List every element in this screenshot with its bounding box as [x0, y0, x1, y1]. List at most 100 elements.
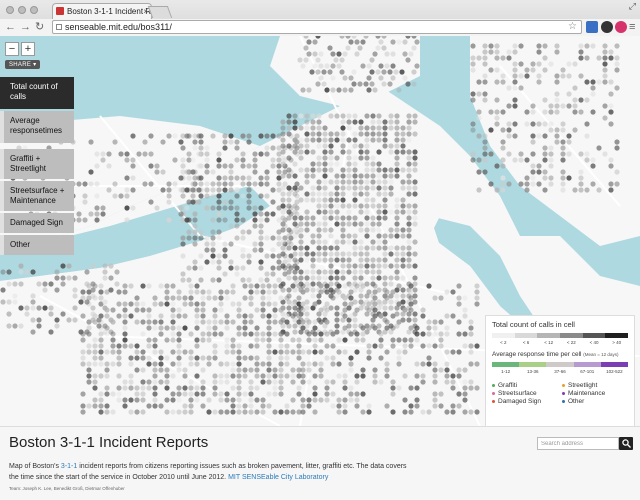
- hex-cell[interactable]: [84, 329, 90, 335]
- hex-cell[interactable]: [102, 269, 108, 275]
- hex-cell[interactable]: [358, 257, 364, 263]
- hex-cell[interactable]: [102, 323, 108, 329]
- hex-cell[interactable]: [158, 319, 164, 325]
- hex-cell[interactable]: [548, 181, 554, 187]
- hex-cell[interactable]: [76, 211, 82, 217]
- hex-cell[interactable]: [364, 149, 370, 155]
- hex-cell[interactable]: [286, 305, 292, 311]
- hex-cell[interactable]: [292, 221, 298, 227]
- hex-cell[interactable]: [204, 151, 210, 157]
- hex-cell[interactable]: [42, 287, 48, 293]
- hex-cell[interactable]: [578, 175, 584, 181]
- hex-cell[interactable]: [334, 251, 340, 257]
- hex-cell[interactable]: [94, 151, 100, 157]
- hex-cell[interactable]: [216, 277, 222, 283]
- hex-cell[interactable]: [280, 263, 286, 269]
- hex-cell[interactable]: [340, 113, 346, 119]
- hex-cell[interactable]: [542, 109, 548, 115]
- hex-cell[interactable]: [406, 149, 412, 155]
- hex-cell[interactable]: [290, 337, 296, 343]
- hex-cell[interactable]: [304, 149, 310, 155]
- hex-cell[interactable]: [354, 373, 360, 379]
- hex-cell[interactable]: [230, 367, 236, 373]
- hex-cell[interactable]: [146, 307, 152, 313]
- hex-cell[interactable]: [378, 331, 384, 337]
- hex-cell[interactable]: [164, 283, 170, 289]
- hex-cell[interactable]: [548, 145, 554, 151]
- hex-cell[interactable]: [164, 409, 170, 415]
- hex-cell[interactable]: [348, 301, 354, 307]
- hex-cell[interactable]: [432, 331, 438, 337]
- hex-cell[interactable]: [122, 307, 128, 313]
- hex-cell[interactable]: [292, 215, 298, 221]
- menu-damaged-sign[interactable]: Damaged Sign: [0, 213, 74, 233]
- hex-cell[interactable]: [304, 113, 310, 119]
- hex-cell[interactable]: [318, 51, 324, 57]
- hex-cell[interactable]: [488, 181, 494, 187]
- hex-cell[interactable]: [334, 137, 340, 143]
- hex-cell[interactable]: [176, 289, 182, 295]
- hex-cell[interactable]: [310, 221, 316, 227]
- hex-cell[interactable]: [400, 245, 406, 251]
- hex-cell[interactable]: [548, 151, 554, 157]
- hex-cell[interactable]: [184, 217, 190, 223]
- hex-cell[interactable]: [316, 209, 322, 215]
- hex-cell[interactable]: [298, 125, 304, 131]
- hex-cell[interactable]: [190, 187, 196, 193]
- hex-cell[interactable]: [360, 325, 366, 331]
- hex-cell[interactable]: [240, 277, 246, 283]
- hex-cell[interactable]: [400, 179, 406, 185]
- hex-cell[interactable]: [474, 289, 480, 295]
- hex-cell[interactable]: [462, 409, 468, 415]
- hex-cell[interactable]: [18, 323, 24, 329]
- hex-cell[interactable]: [382, 251, 388, 257]
- hex-cell[interactable]: [134, 343, 140, 349]
- hex-cell[interactable]: [212, 319, 218, 325]
- hex-cell[interactable]: [312, 319, 318, 325]
- hex-cell[interactable]: [420, 379, 426, 385]
- hex-cell[interactable]: [194, 361, 200, 367]
- hex-cell[interactable]: [542, 151, 548, 157]
- hex-cell[interactable]: [324, 87, 330, 93]
- hex-cell[interactable]: [298, 239, 304, 245]
- hex-cell[interactable]: [260, 301, 266, 307]
- hex-cell[interactable]: [200, 355, 206, 361]
- hex-cell[interactable]: [412, 311, 418, 317]
- hex-cell[interactable]: [352, 239, 358, 245]
- hex-cell[interactable]: [312, 343, 318, 349]
- hex-cell[interactable]: [306, 283, 312, 289]
- hex-cell[interactable]: [566, 61, 572, 67]
- hex-cell[interactable]: [216, 187, 222, 193]
- hex-cell[interactable]: [218, 331, 224, 337]
- hex-cell[interactable]: [312, 409, 318, 415]
- hex-cell[interactable]: [548, 121, 554, 127]
- hex-cell[interactable]: [178, 139, 184, 145]
- hex-cell[interactable]: [324, 379, 330, 385]
- hex-cell[interactable]: [388, 119, 394, 125]
- hex-cell[interactable]: [164, 325, 170, 331]
- hex-cell[interactable]: [524, 187, 530, 193]
- hex-cell[interactable]: [328, 269, 334, 275]
- hex-cell[interactable]: [420, 307, 426, 313]
- hex-cell[interactable]: [158, 349, 164, 355]
- hex-cell[interactable]: [140, 307, 146, 313]
- hex-cell[interactable]: [450, 379, 456, 385]
- hex-cell[interactable]: [218, 295, 224, 301]
- hex-cell[interactable]: [318, 337, 324, 343]
- hex-cell[interactable]: [204, 187, 210, 193]
- link-senseable-lab[interactable]: MIT SENSEable City Laboratory: [228, 474, 328, 481]
- hex-cell[interactable]: [360, 337, 366, 343]
- hex-cell[interactable]: [328, 197, 334, 203]
- hex-cell[interactable]: [316, 125, 322, 131]
- hex-cell[interactable]: [318, 373, 324, 379]
- hex-cell[interactable]: [364, 131, 370, 137]
- hex-cell[interactable]: [188, 295, 194, 301]
- hex-cell[interactable]: [48, 311, 54, 317]
- hex-cell[interactable]: [212, 391, 218, 397]
- hex-cell[interactable]: [122, 313, 128, 319]
- hex-cell[interactable]: [110, 409, 116, 415]
- close-window-button[interactable]: [6, 6, 14, 14]
- hex-cell[interactable]: [188, 409, 194, 415]
- hex-cell[interactable]: [370, 227, 376, 233]
- hex-cell[interactable]: [372, 289, 378, 295]
